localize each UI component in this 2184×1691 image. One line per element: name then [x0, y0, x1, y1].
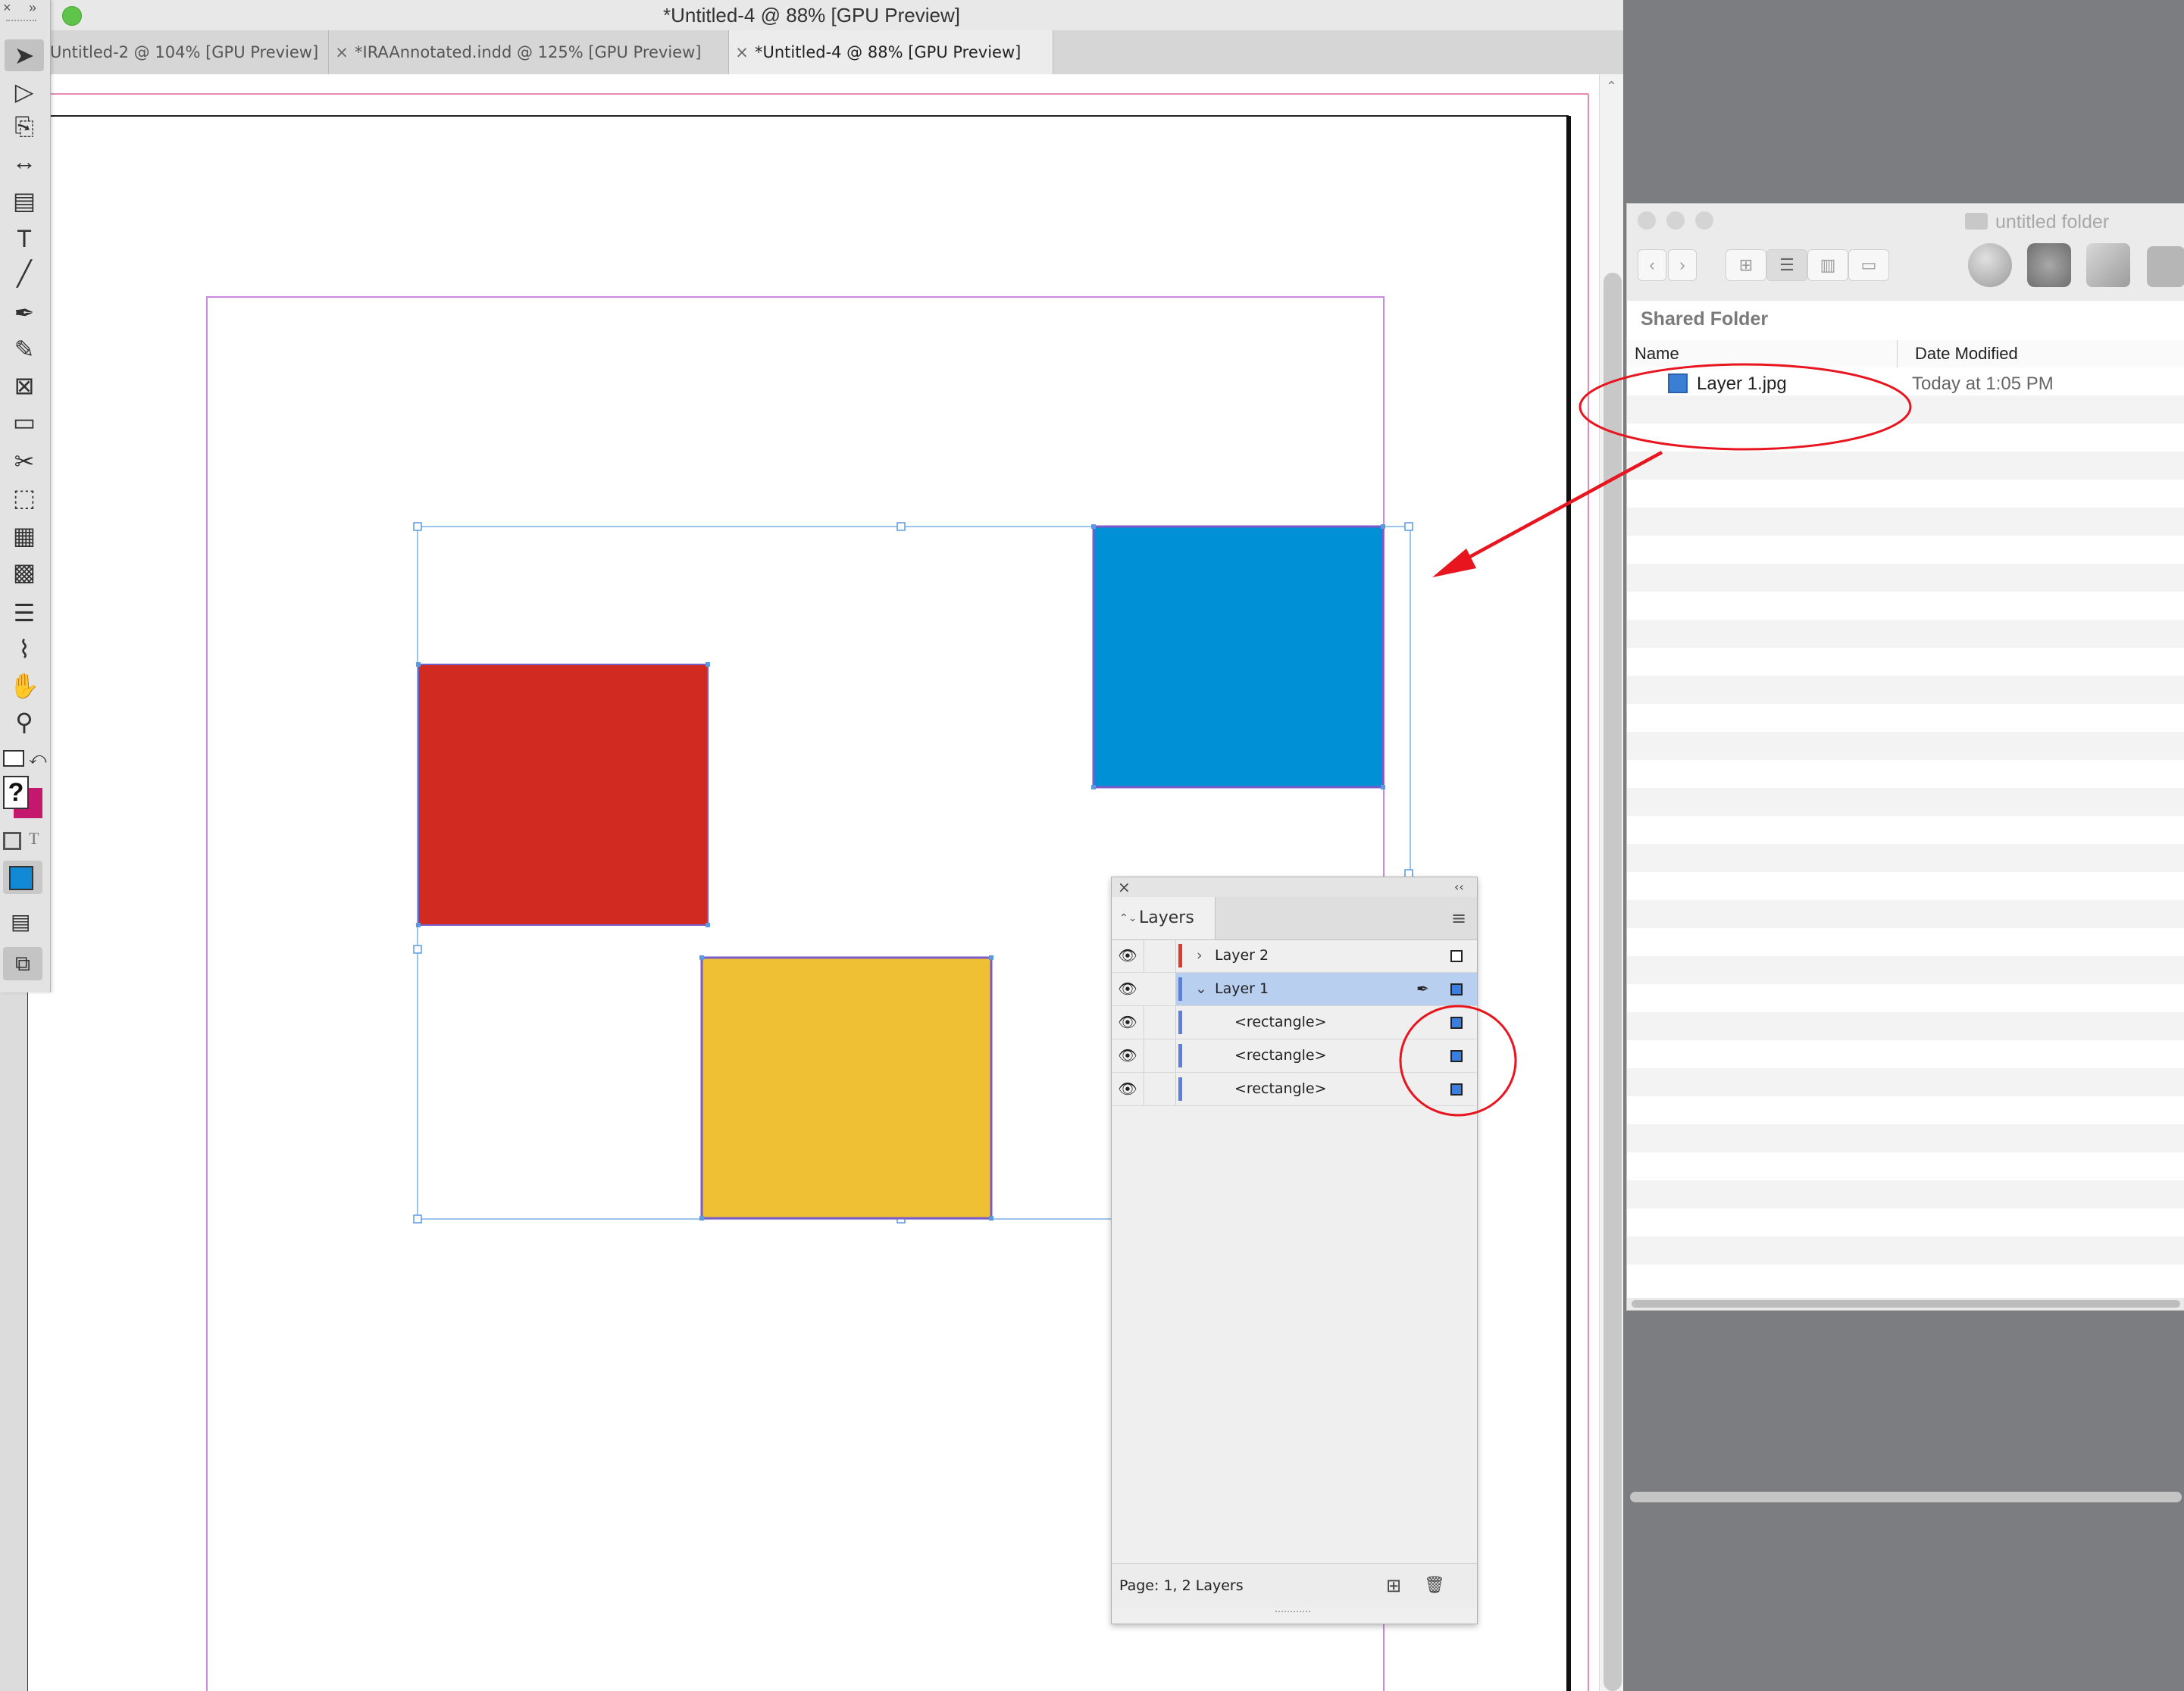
file-highlight-ellipse [1579, 363, 1912, 451]
annotation-arrow-head [1432, 549, 1476, 577]
annotation-arrow-line [1447, 451, 1663, 570]
selection-squares-highlight-ellipse [1399, 1005, 1517, 1117]
annotation-overlay [1399, 363, 1912, 1117]
